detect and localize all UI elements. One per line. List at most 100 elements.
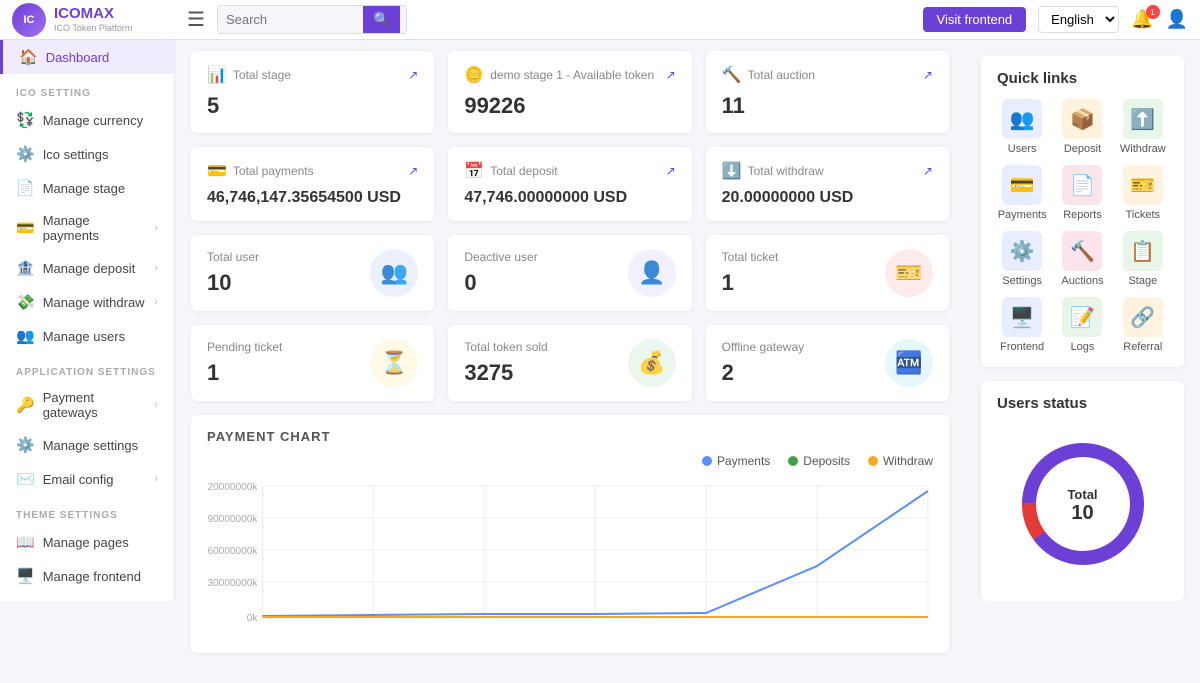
quick-links-card: Quick links 👥 Users 📦 Deposit ⬆️ Withdra… — [981, 56, 1184, 367]
hamburger-menu[interactable]: ☰ — [187, 7, 205, 32]
stat-card-pending-ticket: Pending ticket 1 ⏳ — [191, 325, 434, 401]
offline-gateway-icon: 🏧 — [885, 339, 933, 387]
search-input[interactable] — [218, 7, 363, 32]
sidebar-item-label: Manage pages — [43, 535, 129, 550]
stat-card-deactive-user: Deactive user 0 👤 — [448, 235, 691, 311]
app-section-title: APPLICATION SETTINGS — [0, 353, 174, 382]
users-label: Users — [1008, 143, 1037, 155]
legend-dot — [868, 456, 878, 466]
sidebar-item-manage-currency[interactable]: 💱 Manage currency — [0, 103, 174, 137]
deposit-label: Deposit — [1064, 143, 1101, 155]
stat-card-total-ticket: Total ticket 1 🎫 — [706, 235, 949, 311]
right-panel: Quick links 👥 Users 📦 Deposit ⬆️ Withdra… — [965, 40, 1200, 601]
reports-icon: 📄 — [1070, 173, 1095, 198]
visit-frontend-button[interactable]: Visit frontend — [923, 7, 1027, 32]
stats-row-2: 💳 Total payments ↗ 46,746,147.35654500 U… — [191, 147, 949, 221]
quick-link-logs[interactable]: 📝 Logs — [1057, 297, 1107, 353]
frontend-label: Frontend — [1000, 341, 1044, 353]
frontend-icon: 🖥️ — [1010, 305, 1035, 330]
total-stage-link[interactable]: ↗ — [408, 68, 418, 82]
total-auction-value: 11 — [722, 93, 933, 119]
quick-link-payments[interactable]: 💳 Payments — [997, 165, 1047, 221]
total-payments-link[interactable]: ↗ — [408, 164, 418, 178]
logs-label: Logs — [1071, 341, 1095, 353]
total-auction-icon: 🔨 — [722, 65, 742, 85]
sidebar-item-ico-settings[interactable]: ⚙️ Ico settings — [0, 137, 174, 171]
sidebar-item-manage-pages[interactable]: 📖 Manage pages — [0, 525, 174, 559]
user-profile-icon[interactable]: 👤 — [1166, 9, 1188, 30]
demo-stage-link[interactable]: ↗ — [666, 68, 676, 82]
stats-row-1: 📊 Total stage ↗ 5 🪙 demo stage 1 - Avail… — [191, 51, 949, 133]
quick-link-auctions[interactable]: 🔨 Auctions — [1057, 231, 1107, 287]
quick-link-tickets[interactable]: 🎫 Tickets — [1118, 165, 1168, 221]
quick-link-stage[interactable]: 📋 Stage — [1118, 231, 1168, 287]
stat-card-total-user: Total user 10 👥 — [191, 235, 434, 311]
notifications-icon[interactable]: 🔔 1 — [1131, 9, 1153, 30]
referral-label: Referral — [1123, 341, 1162, 353]
chart-title: PAYMENT CHART — [207, 429, 933, 444]
sidebar-item-payment-gateways[interactable]: 🔑 Payment gateways › — [0, 382, 174, 428]
sidebar-item-manage-users[interactable]: 👥 Manage users — [0, 319, 174, 353]
payments-label: Payments — [998, 209, 1047, 221]
stats-row-3: Total user 10 👥 Deactive user 0 👤 Total … — [191, 235, 949, 311]
ico-section-title: ICO SETTING — [0, 74, 174, 103]
sidebar-item-email-config[interactable]: ✉️ Email config › — [0, 462, 174, 496]
settings-icon: ⚙️ — [16, 436, 35, 454]
total-auction-link[interactable]: ↗ — [923, 68, 933, 82]
sidebar-item-manage-deposit[interactable]: 🏦 Manage deposit › — [0, 251, 174, 285]
quick-link-frontend[interactable]: 🖥️ Frontend — [997, 297, 1047, 353]
total-user-icon: 👥 — [370, 249, 418, 297]
sidebar-item-dashboard[interactable]: 🏠 Dashboard — [0, 40, 174, 74]
deactive-user-value: 0 — [464, 270, 537, 296]
sidebar-item-label: Ico settings — [43, 147, 109, 162]
sidebar-item-manage-payments[interactable]: 💳 Manage payments › — [0, 205, 174, 251]
sidebar-item-manage-stage[interactable]: 📄 Manage stage — [0, 171, 174, 205]
legend-item-payments: Payments — [702, 454, 770, 468]
stat-card-total-auction: 🔨 Total auction ↗ 11 — [706, 51, 949, 133]
pages-icon: 📖 — [16, 533, 35, 551]
auctions-label: Auctions — [1061, 275, 1103, 287]
main-content: Admin dashboard Home / Admin dashboard 📊… — [175, 0, 965, 683]
total-stage-icon: 📊 — [207, 65, 227, 85]
quick-link-users[interactable]: 👥 Users — [997, 99, 1047, 155]
sidebar-item-manage-frontend[interactable]: 🖥️ Manage frontend — [0, 559, 174, 593]
search-button[interactable]: 🔍 — [363, 6, 400, 33]
sidebar-item-manage-settings[interactable]: ⚙️ Manage settings — [0, 428, 174, 462]
nav-right: Visit frontend English 🔔 1 👤 — [923, 6, 1188, 33]
total-withdraw-link[interactable]: ↗ — [923, 164, 933, 178]
stage-label: Stage — [1128, 275, 1157, 287]
auctions-icon-wrap: 🔨 — [1062, 231, 1102, 271]
donut-chart: Total 10 — [1013, 434, 1153, 577]
sidebar-item-label: Manage payments — [43, 213, 147, 243]
total-stage-value: 5 — [207, 93, 418, 119]
legend-label: Withdraw — [883, 454, 933, 468]
tickets-label: Tickets — [1126, 209, 1160, 221]
language-select[interactable]: English — [1038, 6, 1119, 33]
stat-card-total-payments: 💳 Total payments ↗ 46,746,147.35654500 U… — [191, 147, 434, 221]
donut-value: 10 — [1067, 502, 1097, 525]
sidebar-item-manage-logs[interactable]: 📋 Manage logs — [0, 593, 174, 601]
quick-link-settings[interactable]: ⚙️ Settings — [997, 231, 1047, 287]
sidebar-item-manage-withdraw[interactable]: 💸 Manage withdraw › — [0, 285, 174, 319]
quick-link-deposit[interactable]: 📦 Deposit — [1057, 99, 1107, 155]
ico-settings-icon: ⚙️ — [16, 145, 35, 163]
deactive-user-icon: 👤 — [628, 249, 676, 297]
stat-card-total-stage: 📊 Total stage ↗ 5 — [191, 51, 434, 133]
quick-link-referral[interactable]: 🔗 Referral — [1118, 297, 1168, 353]
quick-link-withdraw[interactable]: ⬆️ Withdraw — [1118, 99, 1168, 155]
donut-chart-wrap: Total 10 — [997, 424, 1168, 587]
total-deposit-link[interactable]: ↗ — [666, 164, 676, 178]
notification-badge: 1 — [1146, 5, 1160, 19]
logo-area: IC ICOMAX ICO Token Platform — [12, 3, 187, 37]
stage-icon-wrap: 📋 — [1123, 231, 1163, 271]
search-bar: 🔍 — [217, 5, 407, 34]
svg-text:60000000k: 60000000k — [208, 546, 259, 557]
stat-card-total-deposit: 📅 Total deposit ↗ 47,746.00000000 USD — [448, 147, 691, 221]
settings-label: Settings — [1002, 275, 1042, 287]
chevron-right-icon: › — [154, 262, 158, 274]
payment-chart-svg: 120000000k 90000000k 60000000k 30000000k… — [207, 476, 933, 636]
chevron-right-icon: › — [154, 222, 158, 234]
quick-link-reports[interactable]: 📄 Reports — [1057, 165, 1107, 221]
reports-icon-wrap: 📄 — [1062, 165, 1102, 205]
chevron-right-icon: › — [154, 473, 158, 485]
